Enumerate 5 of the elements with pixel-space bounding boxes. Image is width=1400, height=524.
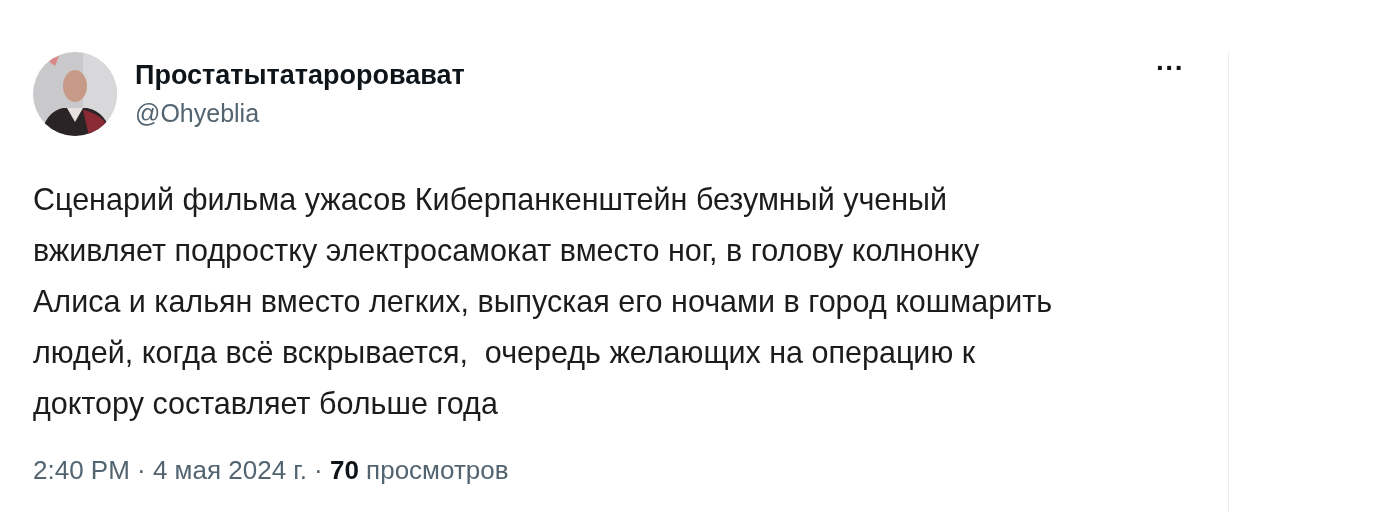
tweet-text: Сценарий фильма ужасов Киберпанкенштейн безумный ученый вживляет подростку электросамокат вместо ног, в голову колнонку Алиса и кальян вместо легких, выпуская его ночами в город кошмарить людей, когда всё вскрывается, очередь желающих на операцию к доктору составляет больше года [33,181,1054,423]
author-name[interactable]: Простатытатароровават [135,60,1134,91]
more-button[interactable]: ··· [1152,54,1188,82]
author-handle[interactable]: @Ohyeblia [135,99,1134,128]
tweet-meta: 2:40 PM · 4 мая 2024 г. · 70 просмотров [33,455,510,486]
